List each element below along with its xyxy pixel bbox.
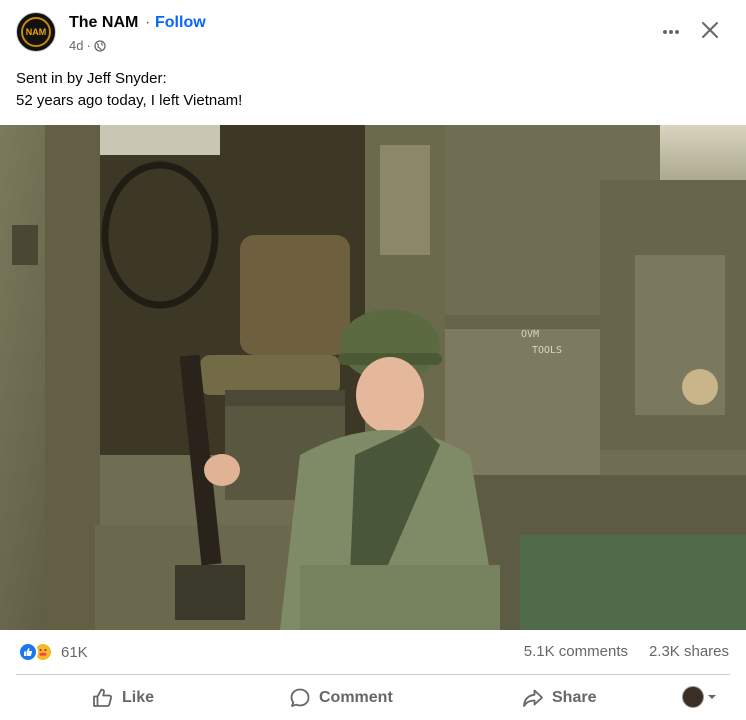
- like-button[interactable]: Like: [92, 680, 154, 716]
- comments-count-link[interactable]: 5.1K comments: [524, 643, 628, 660]
- photo-illustration: OVM TOOLS: [0, 125, 746, 630]
- react-as-selector[interactable]: [682, 686, 717, 708]
- post-stats: 61K 5.1K comments 2.3K shares: [0, 632, 746, 672]
- post-text-line-2: 52 years ago today, I left Vietnam!: [16, 92, 243, 109]
- post-text-line-1: Sent in by Jeff Snyder:: [16, 70, 167, 87]
- chevron-down-icon: [708, 695, 716, 699]
- stencil-text-1: OVM: [521, 329, 539, 340]
- stencil-text-2: TOOLS: [532, 345, 562, 356]
- post-photo[interactable]: OVM TOOLS: [0, 125, 746, 630]
- reaction-count: 61K: [61, 643, 88, 661]
- post-meta: 4d ·: [69, 38, 106, 53]
- globe-icon: [94, 39, 106, 52]
- share-label: Share: [552, 689, 597, 706]
- more-options-button[interactable]: [655, 18, 687, 46]
- meta-separator: ·: [86, 38, 91, 53]
- post-actions: Like Comment Share: [0, 676, 746, 720]
- post-card: NAM The NAM · Follow 4d · Sent in by Jef…: [0, 0, 746, 720]
- post-message: Sent in by Jeff Snyder: 52 years ago tod…: [16, 68, 242, 112]
- avatar-logo-text: NAM: [25, 27, 47, 37]
- actions-divider: [16, 674, 730, 675]
- like-label: Like: [122, 689, 155, 706]
- comment-bubble-icon: [290, 688, 310, 707]
- page-name-link[interactable]: The NAM: [69, 14, 138, 32]
- close-icon: [702, 22, 718, 38]
- comment-button[interactable]: Comment: [289, 680, 393, 716]
- reactions-summary[interactable]: 61K: [18, 642, 88, 662]
- follow-button[interactable]: Follow: [155, 14, 206, 32]
- close-button[interactable]: [694, 14, 726, 46]
- post-header: NAM The NAM · Follow 4d ·: [0, 0, 746, 64]
- share-button[interactable]: Share: [522, 680, 596, 716]
- comment-label: Comment: [319, 689, 393, 706]
- more-dots-icon: [663, 30, 679, 34]
- user-avatar: [682, 686, 704, 708]
- share-arrow-icon: [523, 689, 543, 707]
- thumbs-up-icon: [93, 688, 112, 707]
- shares-count-link[interactable]: 2.3K shares: [649, 643, 729, 660]
- page-avatar[interactable]: NAM: [16, 12, 56, 52]
- name-separator: ·: [145, 14, 151, 31]
- post-time-link[interactable]: 4d: [69, 38, 83, 53]
- like-icon: [18, 642, 38, 662]
